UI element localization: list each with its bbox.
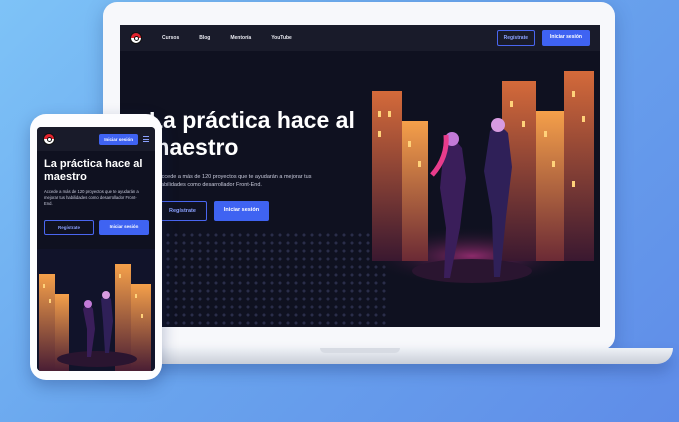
laptop-screen: Cursos Blog Mentoría YouTube Regístrate … [120, 25, 600, 327]
pokeball-logo-icon[interactable] [43, 133, 55, 145]
phone-register-button[interactable]: Regístrate [44, 220, 94, 235]
nav-link-cursos[interactable]: Cursos [162, 35, 179, 41]
nav-link-blog[interactable]: Blog [199, 35, 210, 41]
hamburger-menu-icon[interactable] [143, 136, 149, 142]
phone-nav-login-button[interactable]: Iniciar sesión [99, 133, 138, 145]
nav-link-youtube[interactable]: YouTube [271, 35, 292, 41]
phone-navbar: Iniciar sesión [37, 127, 155, 151]
nav-register-button[interactable]: Regístrate [496, 30, 536, 46]
laptop-navbar: Cursos Blog Mentoría YouTube Regístrate … [120, 25, 600, 51]
phone-city-illustration [37, 249, 155, 371]
phone-screen: Iniciar sesión La práctica hace al maest… [37, 127, 155, 371]
laptop-nav-links: Cursos Blog Mentoría YouTube [162, 35, 292, 41]
laptop-hero: La práctica hace al maestro Accede a más… [120, 51, 600, 327]
laptop-notch [320, 348, 400, 353]
pokeball-logo-icon[interactable] [130, 32, 142, 44]
city-illustration [362, 71, 594, 286]
phone-hero-title: La práctica hace al maestro [44, 158, 143, 183]
phone-hero-description: Accede a más de 120 proyectos que te ayu… [44, 189, 139, 207]
phone-login-button[interactable]: Iniciar sesión [99, 220, 149, 235]
hero-title: La práctica hace al maestro [149, 107, 355, 160]
hero-register-button[interactable]: Regístrate [158, 201, 207, 221]
hero-description: Accede a más de 120 proyectos que te ayu… [158, 174, 312, 188]
nav-link-mentoria[interactable]: Mentoría [230, 35, 251, 41]
nav-login-button[interactable]: Iniciar sesión [542, 30, 590, 46]
hero-login-button[interactable]: Iniciar sesión [213, 201, 270, 221]
